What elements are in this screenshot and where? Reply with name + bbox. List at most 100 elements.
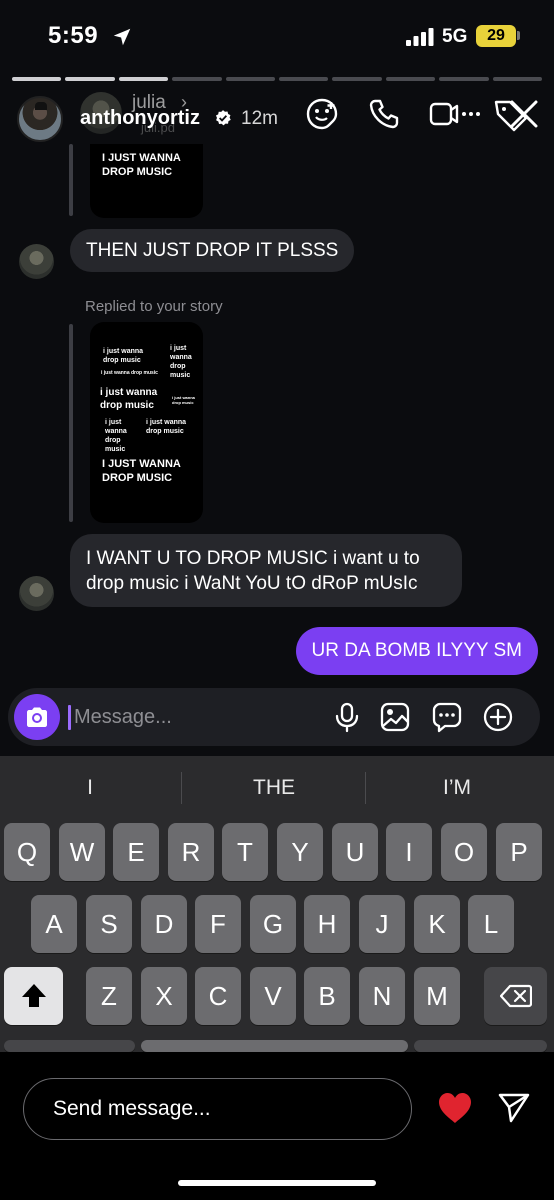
backspace-key[interactable] xyxy=(484,967,547,1025)
key-n[interactable]: N xyxy=(359,967,405,1025)
camera-button[interactable] xyxy=(14,694,60,740)
key-m[interactable]: M xyxy=(414,967,460,1025)
close-icon[interactable] xyxy=(506,96,542,132)
story-card-preview[interactable]: I JUST WANNA DROP MUSIC xyxy=(90,144,203,218)
key-i[interactable]: I xyxy=(386,823,432,881)
microphone-icon[interactable] xyxy=(331,701,363,733)
story-username[interactable]: anthonyortiz xyxy=(80,107,200,130)
shift-key[interactable] xyxy=(4,967,63,1025)
key-e[interactable]: E xyxy=(113,823,159,881)
shift-arrow-icon xyxy=(21,984,46,1007)
suggestion-item[interactable]: I xyxy=(30,776,150,800)
story-time: 12m xyxy=(241,108,278,129)
key-d[interactable]: D xyxy=(141,895,187,953)
key-t[interactable]: T xyxy=(222,823,268,881)
message-bubble[interactable]: I WANT U TO DROP MUSIC i want u to drop … xyxy=(70,534,462,607)
replied-label: Replied to your story xyxy=(85,298,223,315)
backspace-icon xyxy=(499,984,532,1008)
chat-bubble-icon[interactable] xyxy=(431,701,463,733)
story-header: julia › juli.pd anthonyortiz 12m xyxy=(0,88,554,144)
home-indicator xyxy=(178,1180,376,1186)
verified-badge-icon xyxy=(215,110,231,126)
key-k[interactable]: K xyxy=(414,895,460,953)
numbers-key[interactable] xyxy=(4,1040,135,1052)
sticker-face-icon[interactable] xyxy=(304,96,340,132)
key-u[interactable]: U xyxy=(332,823,378,881)
story-progress-segment xyxy=(332,77,382,81)
suggestion-item[interactable]: I’M xyxy=(397,776,517,800)
key-o[interactable]: O xyxy=(441,823,487,881)
story-reply-bar: Send message... xyxy=(0,1052,554,1200)
suggestion-item[interactable]: THE xyxy=(214,776,334,800)
story-progress-segment xyxy=(12,77,62,81)
keyboard-suggestions: I THE I’M xyxy=(0,756,554,820)
story-card-caption: I JUST WANNA DROP MUSIC xyxy=(102,152,181,178)
message-bubble[interactable]: THEN JUST DROP IT PLSSS xyxy=(70,229,355,272)
avatar[interactable] xyxy=(19,576,54,611)
story-progress xyxy=(12,77,543,81)
story-card-text: i just wanna drop music xyxy=(101,370,158,376)
plus-circle-icon[interactable] xyxy=(482,701,514,733)
story-card-preview[interactable]: i just wanna drop music i just wanna dro… xyxy=(90,322,203,523)
avatar[interactable] xyxy=(19,244,54,279)
story-progress-segment xyxy=(65,77,115,81)
reply-quote-line xyxy=(69,144,73,216)
story-card-caption: I JUST WANNA DROP MUSIC xyxy=(102,458,181,484)
key-x[interactable]: X xyxy=(141,967,187,1025)
status-bar: 5:59 5G 29 xyxy=(0,0,554,70)
clock-time: 5:59 xyxy=(48,22,99,49)
battery-tip xyxy=(517,31,520,40)
text-cursor xyxy=(68,705,71,730)
key-p[interactable]: P xyxy=(496,823,542,881)
keyboard: I THE I’M Q W E R T Y U I O P A S D F G … xyxy=(0,756,554,1052)
key-g[interactable]: G xyxy=(250,895,296,953)
phone-icon[interactable] xyxy=(366,96,402,132)
story-progress-segment xyxy=(118,77,169,81)
suggestion-divider xyxy=(365,772,366,804)
story-progress-segment xyxy=(385,77,436,81)
return-key[interactable] xyxy=(414,1040,547,1052)
key-r[interactable]: R xyxy=(168,823,214,881)
network-type: 5G xyxy=(442,26,468,47)
story-card-text: i just wanna drop music xyxy=(105,419,127,453)
story-progress-segment xyxy=(279,77,329,81)
key-z[interactable]: Z xyxy=(86,967,132,1025)
story-card-text: i just wanna drop music xyxy=(103,348,144,364)
key-s[interactable]: S xyxy=(86,895,132,953)
avatar[interactable] xyxy=(17,96,63,142)
key-w[interactable]: W xyxy=(59,823,105,881)
story-card-text: i just wanna drop music xyxy=(100,387,158,411)
story-progress-segment xyxy=(439,77,489,81)
space-key[interactable] xyxy=(141,1040,408,1052)
heart-icon[interactable] xyxy=(437,1092,473,1124)
key-b[interactable]: B xyxy=(304,967,350,1025)
message-bubble-sent[interactable]: UR DA BOMB ILYYY SM xyxy=(295,627,538,675)
image-icon[interactable] xyxy=(379,701,411,733)
key-h[interactable]: H xyxy=(304,895,350,953)
camera-icon xyxy=(27,707,47,727)
reply-quote-line xyxy=(69,324,73,522)
video-camera-icon[interactable] xyxy=(428,96,480,132)
key-c[interactable]: C xyxy=(195,967,241,1025)
story-card-text: i just wanna drop music xyxy=(146,419,187,435)
key-v[interactable]: V xyxy=(250,967,296,1025)
key-y[interactable]: Y xyxy=(277,823,323,881)
story-progress-segment xyxy=(492,77,543,81)
key-q[interactable]: Q xyxy=(4,823,50,881)
chat-thread[interactable]: I JUST WANNA DROP MUSIC THEN JUST DROP I… xyxy=(0,144,554,684)
send-message-field[interactable]: Send message... xyxy=(23,1078,412,1140)
story-card-text: i just wanna drop music xyxy=(170,345,192,379)
location-arrow-icon xyxy=(113,28,131,46)
story-progress-segment xyxy=(225,77,276,81)
signal-bars-icon xyxy=(406,28,434,46)
send-paper-plane-icon[interactable] xyxy=(497,1090,531,1124)
key-f[interactable]: F xyxy=(195,895,241,953)
battery-level: 29 xyxy=(476,25,516,47)
key-l[interactable]: L xyxy=(468,895,514,953)
message-composer xyxy=(8,688,540,746)
story-progress-segment xyxy=(172,77,222,81)
key-a[interactable]: A xyxy=(31,895,77,953)
message-input[interactable] xyxy=(74,702,324,732)
key-j[interactable]: J xyxy=(359,895,405,953)
story-card-text: i just wanna drop music xyxy=(172,395,195,405)
